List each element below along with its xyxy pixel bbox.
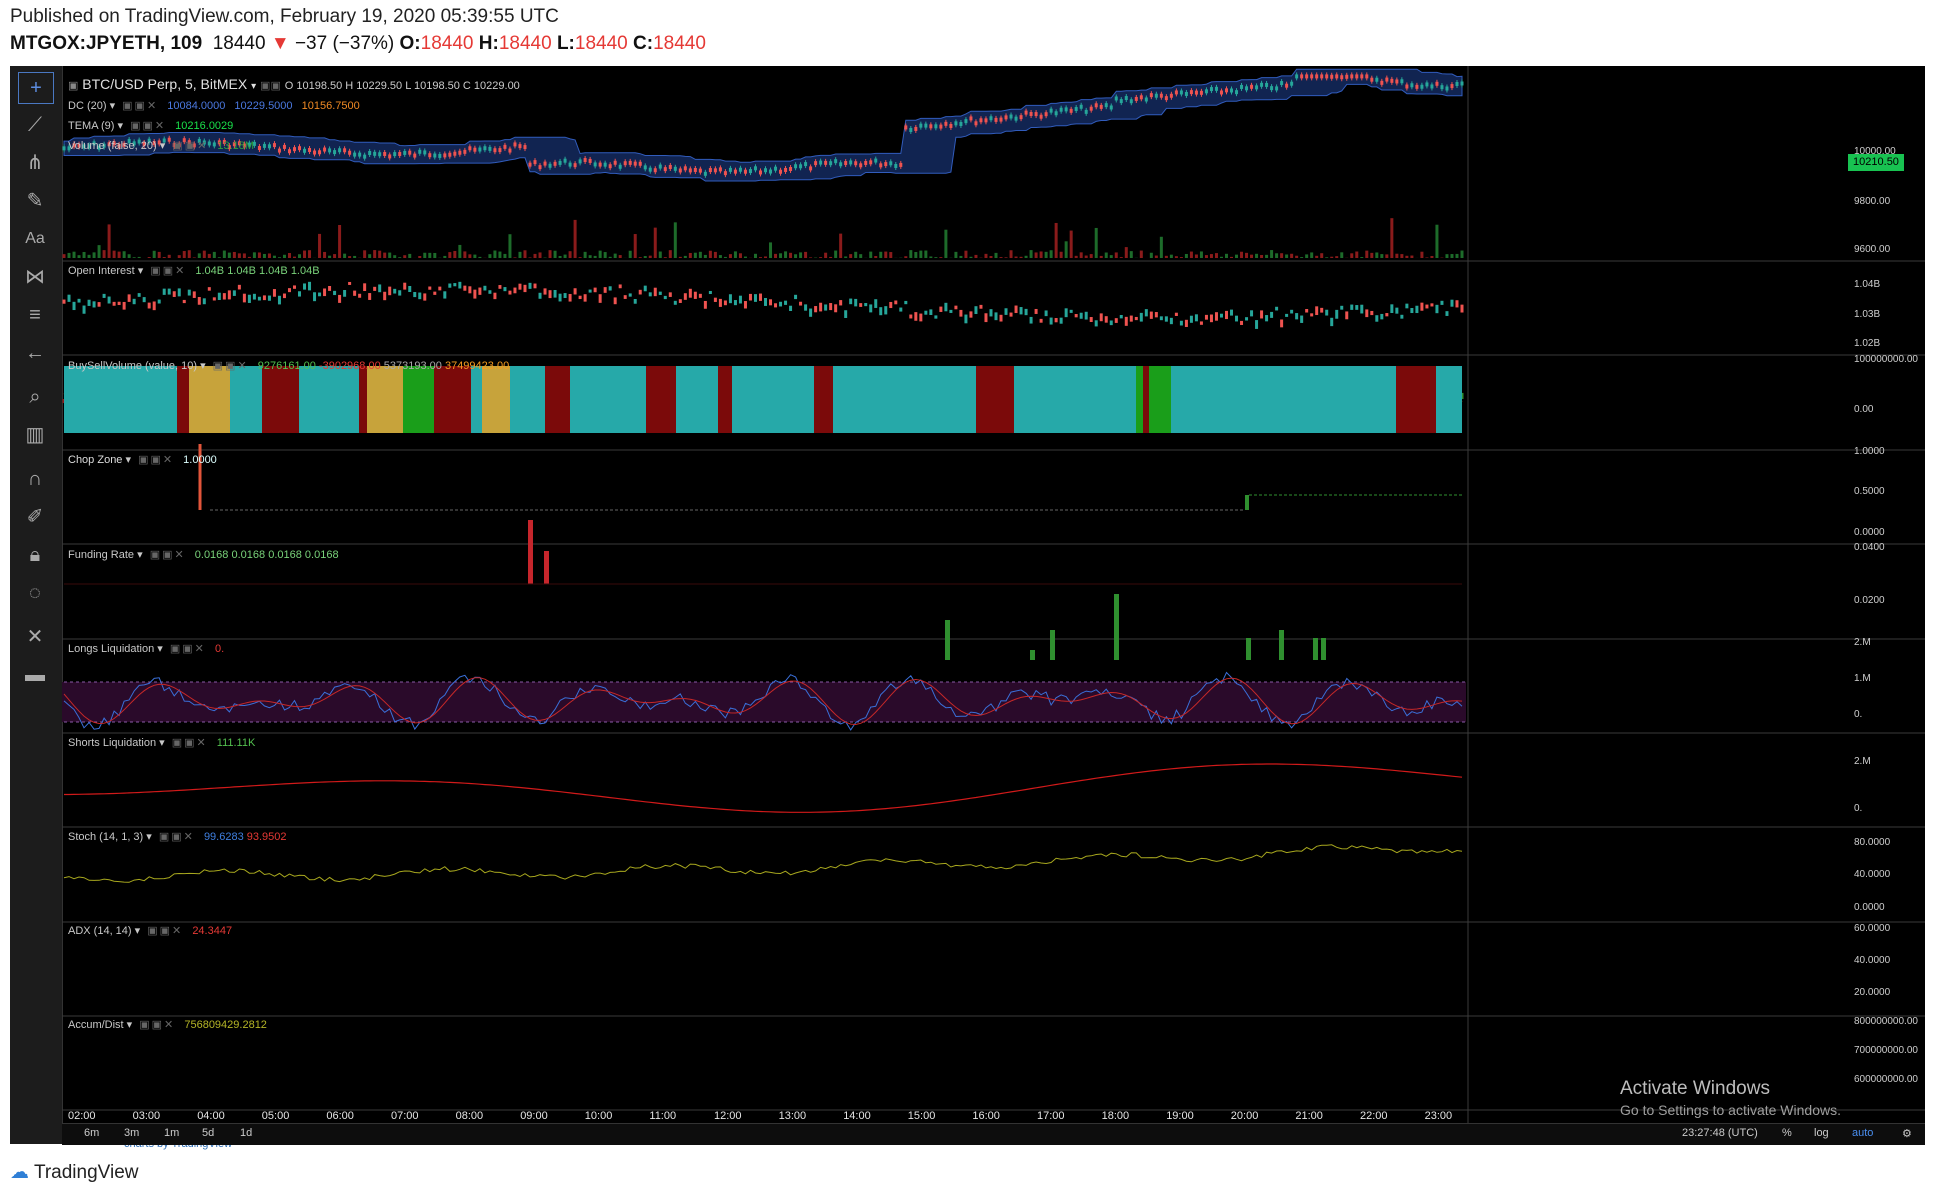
indicator-tema[interactable]: TEMA (9) ▾ ▣▣✕ 10216.0029	[68, 119, 233, 132]
log-toggle[interactable]: log	[1814, 1127, 1829, 1139]
pane-label-funding[interactable]: Funding Rate ▾ ▣▣✕ 0.0168 0.0168 0.0168 …	[68, 548, 339, 561]
bottom-toolbar: 6m 3m 1m 5d 1d 23:27:48 (UTC) % log auto…	[62, 1123, 1925, 1145]
time-tick: 23:00	[1424, 1110, 1453, 1122]
longs-bar	[528, 520, 533, 584]
tradingview-footer[interactable]: ☁ TradingView	[10, 1161, 139, 1184]
chart-frame[interactable]: + ⟋ ⋔ ✎ Aa ⋈ ≡ ← ⌕ ▥ ∩ ✐ 🔒︎ ◌ ✕ ▬ ▣ BTC/…	[10, 66, 1925, 1150]
timeframe-1m[interactable]: 1m	[164, 1127, 179, 1139]
settings-gear-icon[interactable]: ⚙	[1902, 1127, 1912, 1140]
price-change: −37 (−37%)	[294, 33, 395, 54]
time-tick: 19:00	[1166, 1110, 1194, 1122]
symbol-name: MTGOX:JPYETH, 109	[10, 33, 203, 54]
pane-label-chop[interactable]: Chop Zone ▾ ▣▣✕ 1.0000	[68, 453, 217, 466]
symbol-line: MTGOX:JPYETH, 109 18440 ▼ −37 (−37%) O:1…	[10, 33, 706, 54]
shorts-bar	[1321, 638, 1326, 660]
shorts-bar	[1313, 638, 1318, 660]
high-value: 18440	[498, 33, 552, 54]
tradingview-logo-icon: ☁	[10, 1162, 29, 1183]
shorts-bar	[1050, 630, 1055, 660]
pane-label-oi[interactable]: Open Interest ▾ ▣▣✕ 1.04B 1.04B 1.04B 1.…	[68, 264, 320, 277]
auto-toggle[interactable]: auto	[1852, 1127, 1873, 1139]
time-tick: 03:00	[132, 1110, 161, 1122]
pane-label-shorts[interactable]: Shorts Liquidation ▾ ▣▣✕ 111.11K	[68, 736, 255, 749]
time-tick: 14:00	[843, 1110, 871, 1122]
time-tick: 07:00	[391, 1110, 419, 1122]
indicator-volume[interactable]: Volume (false, 20) ▾ ▣▣✕ 13.18M	[68, 139, 254, 152]
indicator-dc[interactable]: DC (20) ▾ ▣▣✕ 10084.0000 10229.5000 1015…	[68, 99, 360, 112]
timeframe-1d[interactable]: 1d	[240, 1127, 252, 1139]
pane-label-bsv[interactable]: BuySellVolume (value, 10) ▾ ▣▣✕ 9276161.…	[68, 359, 509, 372]
time-tick: 06:00	[326, 1110, 354, 1122]
shorts-bar	[945, 620, 950, 660]
time-tick: 18:00	[1101, 1110, 1130, 1122]
adx-line	[64, 763, 1463, 813]
time-tick: 02:00	[68, 1110, 96, 1122]
shorts-bar	[1279, 630, 1284, 660]
chart-canvas[interactable]	[10, 66, 1925, 1144]
time-tick: 13:00	[778, 1110, 807, 1122]
percent-toggle[interactable]: %	[1782, 1127, 1792, 1139]
time-tick: 16:00	[972, 1110, 1000, 1122]
timeframe-3m[interactable]: 3m	[124, 1127, 139, 1139]
time-tick: 04:00	[197, 1110, 225, 1122]
activate-windows-subtitle: Go to Settings to activate Windows.	[1620, 1102, 1841, 1118]
timeframe-5d[interactable]: 5d	[202, 1127, 214, 1139]
pane-label-adx[interactable]: ADX (14, 14) ▾ ▣▣✕ 24.3447	[68, 924, 232, 937]
time-tick: 20:00	[1230, 1110, 1259, 1122]
low-value: 18440	[574, 33, 628, 54]
main-pane-title[interactable]: ▣ BTC/USD Perp, 5, BitMEX ▾ ▣▣ O 10198.5…	[68, 76, 520, 92]
time-tick: 05:00	[261, 1110, 290, 1122]
main-ohlc: O 10198.50 H 10229.50 L 10198.50 C 10229…	[284, 80, 520, 92]
shorts-bar	[1114, 594, 1119, 660]
last-price: 18440	[212, 33, 266, 54]
pane-label-longs[interactable]: Longs Liquidation ▾ ▣▣✕ 0.	[68, 642, 224, 655]
clock: 23:27:48 (UTC)	[1682, 1127, 1758, 1139]
pane-label-ad[interactable]: Accum/Dist ▾ ▣▣✕ 756809429.2812	[68, 1018, 267, 1031]
time-tick: 21:00	[1295, 1110, 1323, 1122]
timeframe-6m[interactable]: 6m	[84, 1127, 99, 1139]
open-value: 18440	[420, 33, 474, 54]
time-tick: 10:00	[584, 1110, 613, 1122]
time-tick: 12:00	[714, 1110, 742, 1122]
published-line: Published on TradingView.com, February 1…	[10, 6, 559, 27]
time-tick: 15:00	[907, 1110, 936, 1122]
time-tick: 09:00	[520, 1110, 548, 1122]
ad-line	[63, 844, 1463, 883]
shorts-bar	[1030, 650, 1035, 660]
time-tick: 08:00	[455, 1110, 484, 1122]
down-arrow-icon: ▼	[270, 33, 290, 54]
activate-windows-title: Activate Windows	[1620, 1078, 1770, 1099]
pane-label-stoch[interactable]: Stoch (14, 1, 3) ▾ ▣▣✕ 99.6283 93.9502	[68, 830, 287, 843]
time-tick: 17:00	[1037, 1110, 1065, 1122]
shorts-bar	[1246, 638, 1251, 660]
longs-bar	[544, 551, 549, 584]
close-value: 18440	[653, 33, 706, 54]
time-tick: 22:00	[1360, 1110, 1388, 1122]
time-tick: 11:00	[649, 1110, 677, 1122]
